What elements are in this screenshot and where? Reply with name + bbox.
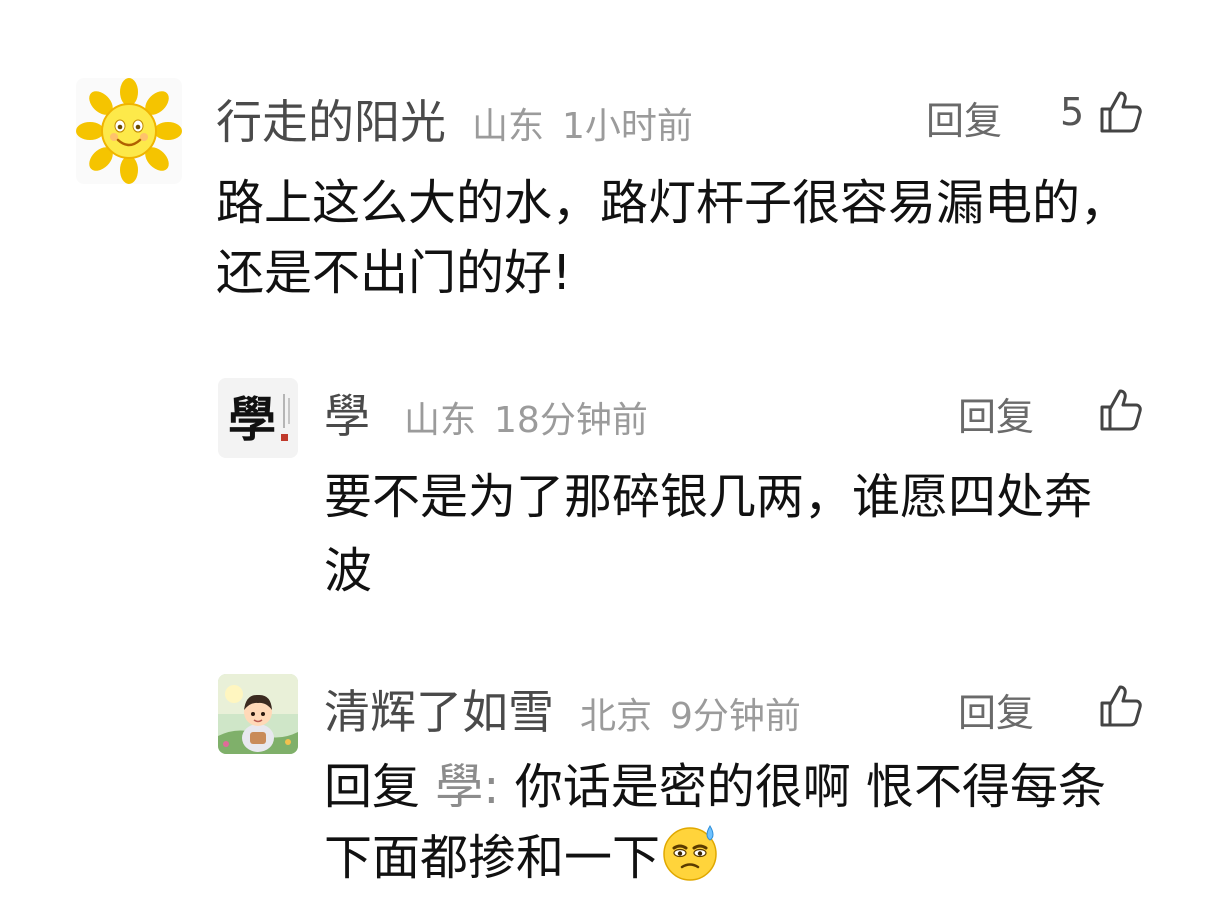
username[interactable]: 清辉了如雪 xyxy=(324,676,554,742)
thumbs-up-icon xyxy=(1100,389,1142,431)
thumbs-up-icon xyxy=(1100,685,1142,727)
like-button[interactable]: 5 xyxy=(1060,84,1144,140)
sun-avatar-icon xyxy=(76,78,182,184)
user-avatar[interactable]: 學 xyxy=(218,378,298,458)
reply-button[interactable]: 回复 xyxy=(958,386,1034,441)
comment-item: 學 學 山东 18分钟前 回复 要不是为了那碎银几两，谁愿四处奔波 xyxy=(0,360,1220,620)
sweat-smile-emoji xyxy=(660,822,720,901)
reply-prefix-label: 回复 xyxy=(324,759,421,815)
like-button[interactable] xyxy=(1098,678,1144,734)
timestamp: 9分钟前 xyxy=(670,696,801,737)
comment-item: 清辉了如雪 北京 9分钟前 回复 回复 學: 你话是密的很啊 恨不得每条下面都掺… xyxy=(0,656,1220,918)
comment-meta: 行走的阳光 山东 1小时前 xyxy=(216,86,693,149)
comment-item: 行走的阳光 山东 1小时前 回复 5 路上这么大的水，路灯杆子很容易漏电的，还是… xyxy=(0,0,1220,330)
user-avatar[interactable] xyxy=(218,674,298,754)
location: 山东 xyxy=(472,106,545,147)
like-count: 5 xyxy=(1060,90,1085,134)
username[interactable]: 學 xyxy=(324,380,370,446)
reply-target-user[interactable]: 學: xyxy=(435,759,499,815)
like-button[interactable] xyxy=(1098,382,1144,438)
reply-button[interactable]: 回复 xyxy=(926,90,1002,145)
timestamp: 1小时前 xyxy=(562,106,693,147)
svg-text:學: 學 xyxy=(228,392,276,448)
comment-meta: 學 山东 18分钟前 xyxy=(324,380,648,443)
location: 山东 xyxy=(404,400,477,441)
comment-text: 路上这么大的水，路灯杆子很容易漏电的，还是不出门的好! xyxy=(216,175,1129,301)
reply-button[interactable]: 回复 xyxy=(958,682,1034,737)
boy-portrait-avatar-icon xyxy=(218,674,298,754)
comment-text-block: 回复 學: 你话是密的很啊 恨不得每条下面都掺和一下 xyxy=(324,752,1144,901)
comment-meta: 清辉了如雪 北京 9分钟前 xyxy=(324,676,801,739)
username[interactable]: 行走的阳光 xyxy=(216,86,446,152)
user-avatar[interactable] xyxy=(76,78,182,184)
location: 北京 xyxy=(580,696,653,737)
calligraphy-avatar-icon: 學 xyxy=(218,378,298,458)
timestamp: 18分钟前 xyxy=(494,400,648,441)
thumbs-up-icon xyxy=(1100,91,1142,133)
comment-text: 要不是为了那碎银几两，谁愿四处奔波 xyxy=(324,469,1093,599)
